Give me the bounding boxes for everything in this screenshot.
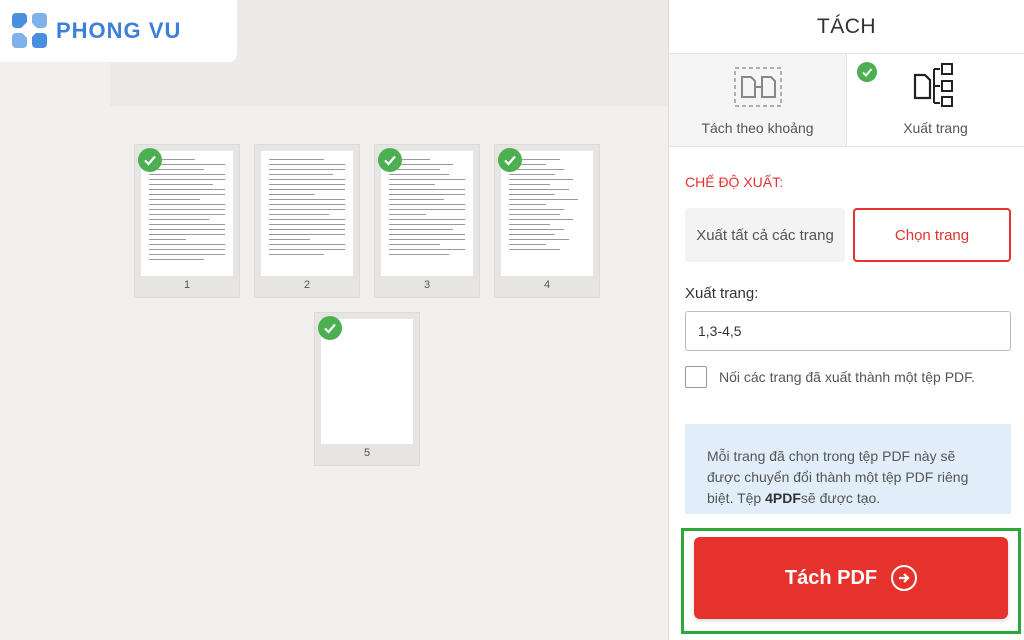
arrow-right-circle-icon xyxy=(891,565,918,591)
logo-icon xyxy=(12,13,50,49)
split-pdf-button-label: Tách PDF xyxy=(784,566,878,589)
selected-check-icon xyxy=(318,316,342,340)
merge-checkbox-label: Nối các trang đã xuất thành một tệp PDF. xyxy=(719,369,976,385)
workspace: PHONG VU 1 2 3 4 5 xyxy=(0,0,668,640)
split-options-panel: TÁCH Tách theo khoảng Xuất trang CHẾ ĐỘ … xyxy=(668,0,1024,640)
page-thumbnail-4[interactable]: 4 xyxy=(494,144,600,298)
extract-pages-icon xyxy=(912,63,960,110)
selected-check-icon xyxy=(378,148,402,172)
panel-title: TÁCH xyxy=(669,0,1024,54)
merge-option[interactable]: Nối các trang đã xuất thành một tệp PDF. xyxy=(685,366,975,388)
page-number: 1 xyxy=(183,279,191,291)
page-thumbnail-1[interactable]: 1 xyxy=(134,144,240,298)
page-number: 5 xyxy=(363,447,371,459)
extract-all-pages-button[interactable]: Xuất tất cả các trang xyxy=(685,208,845,262)
tab-split-range-label: Tách theo khoảng xyxy=(701,120,814,136)
logo: PHONG VU xyxy=(0,0,237,62)
page-number: 2 xyxy=(303,279,311,291)
pages-to-extract-label: Xuất trang: xyxy=(685,285,759,302)
info-file-count: 4PDF xyxy=(765,490,801,506)
split-range-icon xyxy=(733,67,782,110)
tab-split-range[interactable]: Tách theo khoảng xyxy=(669,54,847,146)
page-thumbnail-3[interactable]: 3 xyxy=(374,144,480,298)
tab-extract-pages-label: Xuất trang xyxy=(903,120,968,136)
info-text-suffix: sẽ được tạo. xyxy=(800,490,881,506)
page-number: 3 xyxy=(423,279,431,291)
tab-extract-pages[interactable]: Xuất trang xyxy=(847,54,1024,146)
active-check-icon xyxy=(857,62,877,82)
extract-mode-label: CHẾ ĐỘ XUẤT: xyxy=(685,174,784,190)
page-preview xyxy=(261,151,353,276)
split-pdf-button[interactable]: Tách PDF xyxy=(694,537,1008,619)
page-thumbnail-2[interactable]: 2 xyxy=(254,144,360,298)
page-number: 4 xyxy=(543,279,551,291)
mode-tabs: Tách theo khoảng Xuất trang xyxy=(669,54,1024,147)
merge-checkbox[interactable] xyxy=(685,366,707,388)
select-pages-button[interactable]: Chọn trang xyxy=(853,208,1011,262)
info-message: Mỗi trang đã chọn trong tệp PDF này sẽ đ… xyxy=(685,424,1011,514)
selected-check-icon xyxy=(498,148,522,172)
page-thumbnail-5[interactable]: 5 xyxy=(314,312,420,466)
logo-text: PHONG VU xyxy=(56,18,182,43)
split-button-highlight: Tách PDF xyxy=(681,528,1021,634)
selected-check-icon xyxy=(138,148,162,172)
pages-to-extract-input[interactable] xyxy=(685,311,1011,351)
